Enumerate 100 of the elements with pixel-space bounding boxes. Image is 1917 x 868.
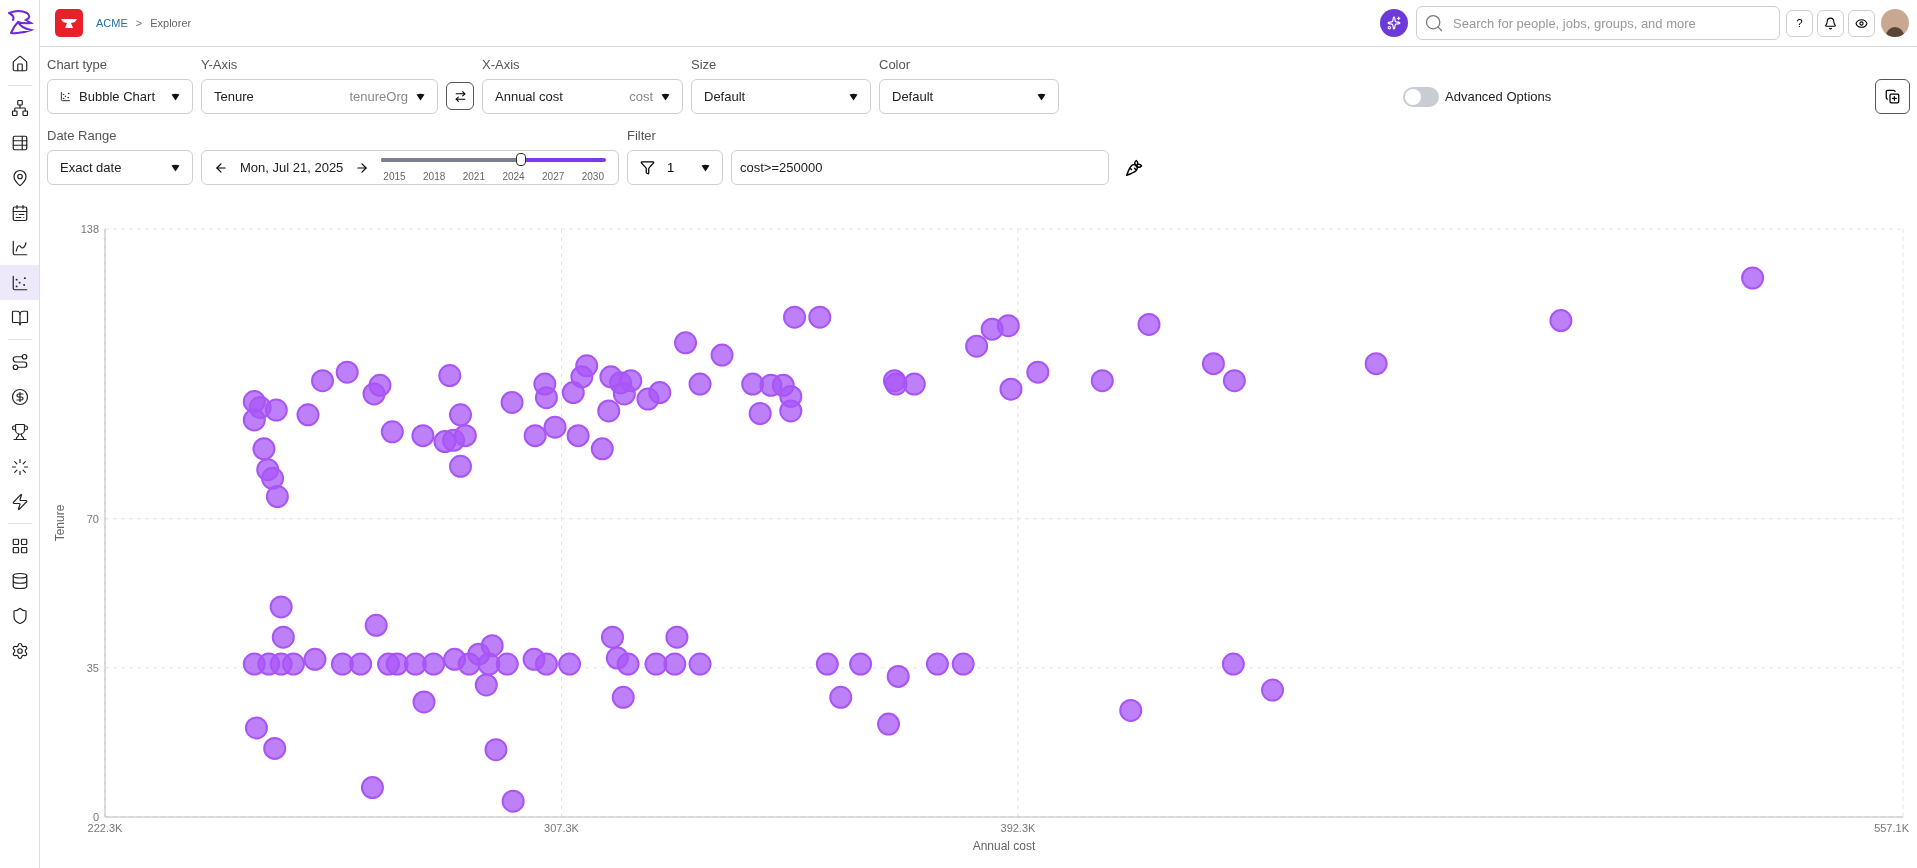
data-point[interactable] xyxy=(1119,699,1143,722)
data-point[interactable] xyxy=(951,652,975,676)
data-point[interactable] xyxy=(965,334,989,358)
data-point[interactable] xyxy=(242,408,266,432)
sidebar-item[interactable] xyxy=(0,265,39,300)
data-point[interactable] xyxy=(829,685,853,709)
data-point[interactable] xyxy=(252,437,276,461)
visibility-button[interactable] xyxy=(1848,9,1875,37)
chart-type-select[interactable]: Bubble Chart xyxy=(47,79,193,114)
data-point[interactable] xyxy=(688,372,712,396)
breadcrumb-link[interactable]: ACME xyxy=(96,14,128,32)
data-point[interactable] xyxy=(877,712,901,736)
filter-expression-field[interactable]: cost>=250000 xyxy=(731,150,1109,185)
data-point[interactable] xyxy=(688,652,712,676)
copy-add-button[interactable] xyxy=(1875,79,1910,114)
data-point[interactable] xyxy=(710,343,734,367)
data-point[interactable] xyxy=(996,314,1020,338)
data-point[interactable] xyxy=(999,377,1023,401)
data-point[interactable] xyxy=(616,652,640,676)
previous-date-icon[interactable] xyxy=(214,160,228,175)
data-point[interactable] xyxy=(1364,352,1388,376)
data-point[interactable] xyxy=(265,485,289,509)
data-point[interactable] xyxy=(1090,369,1114,393)
data-point[interactable] xyxy=(534,386,558,410)
data-point[interactable] xyxy=(480,634,504,658)
data-point[interactable] xyxy=(741,372,765,396)
timeline-slider[interactable] xyxy=(381,153,606,166)
data-point[interactable] xyxy=(1549,309,1573,333)
data-point[interactable] xyxy=(364,613,388,637)
data-point[interactable] xyxy=(1261,678,1284,702)
data-point[interactable] xyxy=(612,382,636,406)
data-point[interactable] xyxy=(271,625,295,649)
data-point[interactable] xyxy=(411,424,435,448)
color-select[interactable]: Default xyxy=(879,79,1059,114)
y-axis-select[interactable]: Tenure tenureOrg xyxy=(201,79,438,114)
notifications-button[interactable] xyxy=(1817,9,1844,37)
data-point[interactable] xyxy=(925,652,949,676)
filter-select[interactable]: 1 xyxy=(627,150,723,185)
data-point[interactable] xyxy=(601,625,624,649)
data-point[interactable] xyxy=(474,673,498,697)
data-point[interactable] xyxy=(269,595,293,619)
data-point[interactable] xyxy=(362,382,386,406)
data-point[interactable] xyxy=(244,716,268,740)
next-date-icon[interactable] xyxy=(355,160,370,175)
data-point[interactable] xyxy=(360,776,384,800)
data-point[interactable] xyxy=(611,685,635,709)
data-point[interactable] xyxy=(296,403,320,427)
data-point[interactable] xyxy=(264,398,288,422)
data-point[interactable] xyxy=(303,647,327,671)
data-point[interactable] xyxy=(495,652,519,676)
search-field[interactable]: Search for people, jobs, groups, and more xyxy=(1416,6,1780,40)
data-point[interactable] xyxy=(543,415,567,439)
data-point[interactable] xyxy=(501,789,525,813)
data-point[interactable] xyxy=(523,424,547,448)
data-point[interactable] xyxy=(570,365,594,389)
assistant-icon[interactable] xyxy=(1380,9,1408,37)
data-point[interactable] xyxy=(1137,312,1161,336)
data-point[interactable] xyxy=(1222,369,1246,393)
help-button[interactable]: ? xyxy=(1786,9,1813,37)
data-point[interactable] xyxy=(1741,266,1765,290)
data-point[interactable] xyxy=(484,738,508,762)
data-point[interactable] xyxy=(380,420,404,444)
data-point[interactable] xyxy=(261,466,285,490)
data-point[interactable] xyxy=(644,652,668,676)
data-point[interactable] xyxy=(500,390,524,414)
data-point[interactable] xyxy=(597,399,621,423)
data-point[interactable] xyxy=(783,305,807,329)
carrot-icon[interactable] xyxy=(1125,159,1143,177)
data-point[interactable] xyxy=(566,424,590,448)
data-point[interactable] xyxy=(902,372,926,396)
data-point[interactable] xyxy=(263,736,287,760)
data-point[interactable] xyxy=(534,652,558,676)
advanced-options-toggle[interactable] xyxy=(1403,86,1439,107)
data-point[interactable] xyxy=(886,664,910,688)
data-point[interactable] xyxy=(748,402,772,425)
data-point[interactable] xyxy=(412,690,436,714)
swap-axes-button[interactable] xyxy=(446,82,474,110)
slider-thumb[interactable] xyxy=(515,153,526,166)
size-select[interactable]: Default xyxy=(691,79,871,114)
data-point[interactable] xyxy=(590,437,614,461)
data-point[interactable] xyxy=(449,403,472,427)
data-point[interactable] xyxy=(453,424,477,448)
data-point[interactable] xyxy=(422,652,446,676)
x-axis-select[interactable]: Annual cost cost xyxy=(482,79,683,114)
data-point[interactable] xyxy=(663,652,687,676)
data-point[interactable] xyxy=(282,652,305,676)
data-point[interactable] xyxy=(808,305,832,329)
data-point[interactable] xyxy=(1221,652,1245,676)
data-point[interactable] xyxy=(779,399,803,423)
data-point[interactable] xyxy=(449,454,472,478)
date-range-select[interactable]: Exact date xyxy=(47,150,193,185)
data-point[interactable] xyxy=(1026,360,1050,384)
user-avatar[interactable] xyxy=(1881,9,1909,37)
data-point[interactable] xyxy=(438,364,462,388)
data-point[interactable] xyxy=(335,360,359,384)
data-point[interactable] xyxy=(558,652,582,676)
data-point[interactable] xyxy=(674,331,698,355)
data-point[interactable] xyxy=(1201,352,1225,376)
data-point[interactable] xyxy=(815,652,839,676)
data-point[interactable] xyxy=(311,369,334,393)
